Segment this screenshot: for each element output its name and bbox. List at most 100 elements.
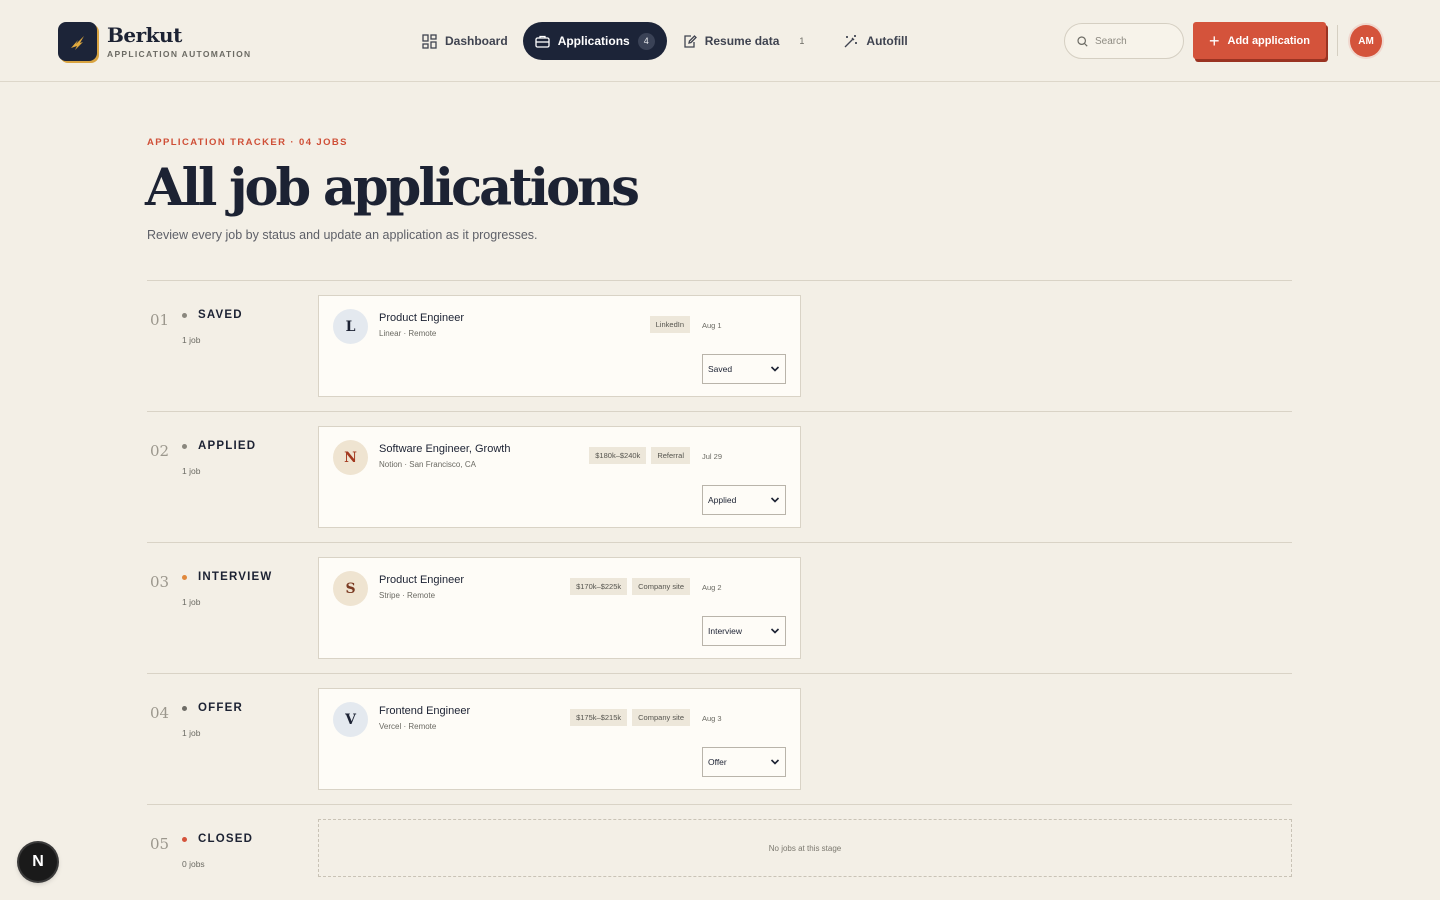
stage-job-count: 1 job xyxy=(182,597,201,607)
header-divider xyxy=(1337,25,1338,56)
applications-count-badge: 4 xyxy=(637,32,655,50)
magic-wand-icon xyxy=(844,34,858,47)
status-select-value: Offer xyxy=(708,757,727,767)
stage-divider xyxy=(147,411,1292,412)
stage-status-dot xyxy=(182,706,187,711)
source-tag: Company site xyxy=(632,578,690,595)
job-title: Software Engineer, Growth xyxy=(379,443,511,455)
search-input[interactable]: Search xyxy=(1064,23,1184,59)
stage-status-dot xyxy=(182,837,187,842)
main-nav: Dashboard Applications 4 Resume data 1 A… xyxy=(412,22,923,60)
job-title: Product Engineer xyxy=(379,312,464,324)
stage-status-dot xyxy=(182,575,187,580)
job-card[interactable]: V Frontend Engineer Vercel · Remote $175… xyxy=(318,688,801,790)
salary-tag: $180k–$240k xyxy=(589,447,647,464)
stage-job-count: 1 job xyxy=(182,335,201,345)
company-logo: L xyxy=(333,309,368,344)
stage-job-count: 1 job xyxy=(182,466,201,476)
empty-stage-placeholder: No jobs at this stage xyxy=(318,819,1292,877)
nav-resume-data-label: Resume data xyxy=(704,34,780,48)
job-tags: $180k–$240k Referral xyxy=(584,447,690,464)
source-tag: Company site xyxy=(632,709,690,726)
status-select[interactable]: Saved xyxy=(702,354,786,384)
dev-tools-badge[interactable]: N xyxy=(19,843,57,881)
job-tags: $175k–$215k Company site xyxy=(565,709,690,726)
job-date: Aug 1 xyxy=(702,321,722,330)
job-company-location: Notion · San Francisco, CA xyxy=(379,460,476,469)
nav-applications[interactable]: Applications 4 xyxy=(522,22,667,60)
status-select[interactable]: Interview xyxy=(702,616,786,646)
page-title: All job applications xyxy=(145,158,640,218)
add-application-label: Add application xyxy=(1227,34,1311,47)
dashboard-icon xyxy=(422,33,437,49)
job-title: Product Engineer xyxy=(379,574,464,586)
company-logo: N xyxy=(333,440,368,475)
stage-number: 01 xyxy=(150,311,170,329)
nav-autofill[interactable]: Autofill xyxy=(833,22,917,60)
source-tag: Referral xyxy=(651,447,690,464)
stage-number: 04 xyxy=(150,704,170,722)
status-select-value: Interview xyxy=(708,626,743,636)
salary-tag: $170k–$225k xyxy=(570,578,628,595)
chevron-down-icon xyxy=(770,628,780,634)
page-eyebrow: APPLICATION TRACKER · 04 JOBS xyxy=(147,137,348,148)
job-company-location: Linear · Remote xyxy=(379,329,437,338)
search-icon xyxy=(1077,35,1088,47)
stage-job-count: 0 jobs xyxy=(182,859,205,869)
company-logo: V xyxy=(333,702,368,737)
job-company-location: Stripe · Remote xyxy=(379,591,436,600)
source-tag: LinkedIn xyxy=(649,316,690,333)
status-select[interactable]: Offer xyxy=(702,747,786,777)
chevron-down-icon xyxy=(770,497,780,503)
plus-icon: + xyxy=(1208,30,1220,51)
nav-autofill-label: Autofill xyxy=(866,34,908,48)
salary-tag: $175k–$215k xyxy=(570,709,628,726)
page-subtitle: Review every job by status and update an… xyxy=(147,228,538,242)
top-bar: Berkut APPLICATION AUTOMATION Dashboard … xyxy=(0,0,1440,82)
job-tags: $170k–$225k Company site xyxy=(565,578,690,595)
stage-name: APPLIED xyxy=(198,440,257,452)
stage-divider xyxy=(147,542,1292,543)
brand[interactable]: Berkut APPLICATION AUTOMATION xyxy=(58,22,251,61)
add-application-button[interactable]: + Add application xyxy=(1193,22,1326,59)
resume-data-count-badge: 1 xyxy=(799,36,805,46)
chevron-down-icon xyxy=(770,759,780,765)
stage-status-dot xyxy=(182,444,187,449)
company-logo: S xyxy=(333,571,368,606)
status-select[interactable]: Applied xyxy=(702,485,786,515)
stage-status-dot xyxy=(182,313,187,318)
stage-name: INTERVIEW xyxy=(198,571,273,583)
briefcase-icon xyxy=(535,35,550,48)
brand-name: Berkut xyxy=(107,23,182,47)
job-date: Jul 29 xyxy=(702,452,723,461)
user-avatar[interactable]: AM xyxy=(1350,25,1382,57)
stage-number: 02 xyxy=(150,442,170,460)
status-select-value: Saved xyxy=(708,364,733,374)
nav-dashboard-label: Dashboard xyxy=(445,34,508,48)
nav-applications-label: Applications xyxy=(557,34,630,48)
job-date: Aug 3 xyxy=(702,714,722,723)
nav-resume-data[interactable]: Resume data 1 xyxy=(672,22,821,60)
chevron-down-icon xyxy=(770,366,780,372)
job-card[interactable]: N Software Engineer, Growth Notion · San… xyxy=(318,426,801,528)
stage-name: SAVED xyxy=(198,309,243,321)
job-card[interactable]: S Product Engineer Stripe · Remote $170k… xyxy=(318,557,801,659)
berkut-logo-icon xyxy=(58,22,97,61)
job-tags: LinkedIn xyxy=(645,316,690,333)
stage-divider xyxy=(147,804,1292,805)
job-company-location: Vercel · Remote xyxy=(379,722,437,731)
stage-name: CLOSED xyxy=(198,833,254,845)
status-select-value: Applied xyxy=(708,495,737,505)
edit-document-icon xyxy=(684,34,697,48)
nav-dashboard[interactable]: Dashboard xyxy=(412,22,518,60)
stage-job-count: 1 job xyxy=(182,728,201,738)
stage-divider xyxy=(147,280,1292,281)
job-card[interactable]: L Product Engineer Linear · Remote Linke… xyxy=(318,295,801,397)
job-date: Aug 2 xyxy=(702,583,722,592)
stage-number: 03 xyxy=(150,573,170,591)
stage-divider xyxy=(147,673,1292,674)
search-placeholder: Search xyxy=(1095,35,1127,47)
job-title: Frontend Engineer xyxy=(379,705,471,717)
brand-tagline: APPLICATION AUTOMATION xyxy=(107,49,252,59)
stage-number: 05 xyxy=(150,835,170,853)
